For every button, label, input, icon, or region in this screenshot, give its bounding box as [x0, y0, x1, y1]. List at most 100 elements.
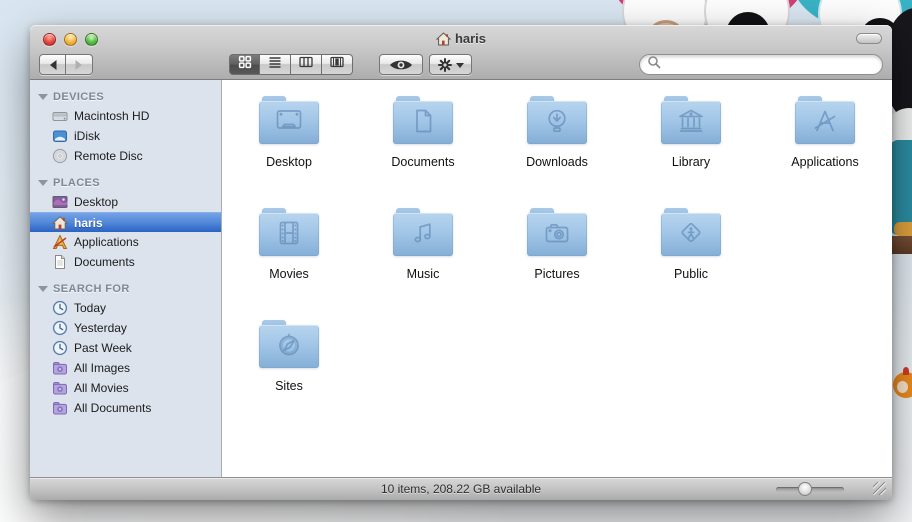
- toolbar: [30, 53, 892, 77]
- folder-library[interactable]: Library: [624, 96, 758, 208]
- desktop-picture-icon: [52, 194, 68, 210]
- action-button[interactable]: [429, 54, 472, 75]
- side-owl-feet: [894, 222, 912, 236]
- sidebar-item-label: iDisk: [74, 129, 100, 143]
- sidebar-item-haris[interactable]: haris: [30, 212, 221, 232]
- blue-folder-icon: [393, 208, 453, 256]
- clock-icon: [52, 320, 68, 336]
- smart-folder-icon: [52, 400, 68, 416]
- search-icon: [647, 55, 661, 74]
- navigation-buttons: [39, 54, 93, 75]
- folder-documents[interactable]: Documents: [356, 96, 490, 208]
- sidebar-item-documents[interactable]: Documents: [30, 252, 221, 272]
- status-text: 10 items, 208.22 GB available: [380, 482, 542, 496]
- slider-knob[interactable]: [798, 482, 812, 496]
- sidebar-item-label: Today: [74, 301, 107, 315]
- side-owl-body: [890, 140, 912, 235]
- blue-folder-icon: [527, 96, 587, 144]
- folder-pictures[interactable]: Pictures: [490, 208, 624, 320]
- back-button[interactable]: [39, 54, 66, 75]
- disclosure-triangle-icon[interactable]: [38, 180, 48, 186]
- sidebar-item-label: Remote Disc: [74, 149, 143, 163]
- folder-label: Applications: [791, 155, 859, 169]
- section-label: SEARCH FOR: [53, 283, 130, 295]
- folder-label: Library: [671, 155, 711, 169]
- sidebar-item-applications[interactable]: Applications: [30, 232, 221, 252]
- folder-downloads[interactable]: Downloads: [490, 96, 624, 208]
- icon-view-icon: [238, 55, 252, 74]
- coverflow-view-button[interactable]: [322, 54, 353, 75]
- sidebar-item-label: All Images: [74, 361, 131, 375]
- sidebar-section-places: PLACES Desktop haris Applications Documents: [30, 174, 221, 272]
- resize-grip[interactable]: [873, 482, 886, 495]
- sidebar-item-today[interactable]: Today: [30, 298, 221, 318]
- clock-icon: [52, 300, 68, 316]
- folder-music[interactable]: Music: [356, 208, 490, 320]
- window-content: DEVICES Macintosh HD iDisk Remote Disc PLACE…: [30, 80, 892, 477]
- quick-look-button[interactable]: [379, 54, 423, 75]
- folder-label: Music: [406, 267, 440, 281]
- search-field[interactable]: [639, 54, 883, 75]
- sidebar-item-label: Documents: [74, 255, 135, 269]
- toolbar-toggle-pill[interactable]: [856, 33, 882, 44]
- sidebar-item-label: Yesterday: [74, 321, 127, 335]
- orange-bird-wallpaper: [893, 367, 912, 398]
- blue-folder-icon: [259, 208, 319, 256]
- sidebar-item-label: All Documents: [74, 401, 152, 415]
- folder-label: Public: [673, 267, 709, 281]
- list-view-icon: [268, 55, 282, 74]
- sidebar-item-macintosh-hd[interactable]: Macintosh HD: [30, 106, 221, 126]
- sidebar-section-devices: DEVICES Macintosh HD iDisk Remote Disc: [30, 88, 221, 166]
- folder-row: Desktop Documents Downloads Library Applicat…: [222, 96, 892, 208]
- sidebar-item-idisk[interactable]: iDisk: [30, 126, 221, 146]
- sidebar-item-all-documents[interactable]: All Documents: [30, 398, 221, 418]
- blue-folder-icon: [661, 208, 721, 256]
- folder-public[interactable]: Public: [624, 208, 758, 320]
- view-mode-control: [229, 54, 353, 75]
- hard-drive-icon: [52, 108, 68, 124]
- column-view-button[interactable]: [291, 54, 322, 75]
- blue-folder-icon: [527, 208, 587, 256]
- sidebar-item-remote-disc[interactable]: Remote Disc: [30, 146, 221, 166]
- coverflow-view-icon: [330, 55, 344, 74]
- search-input[interactable]: [661, 57, 882, 72]
- remote-disc-icon: [52, 148, 68, 164]
- icon-size-slider[interactable]: [776, 482, 844, 496]
- finder-window: haris DEVICES Macintosh HD iDisk Remote Dis…: [30, 25, 892, 500]
- list-view-button[interactable]: [260, 54, 291, 75]
- folder-row: Sites: [222, 320, 892, 432]
- sidebar-item-all-movies[interactable]: All Movies: [30, 378, 221, 398]
- folder-label: Movies: [269, 267, 309, 281]
- sidebar-item-past-week[interactable]: Past Week: [30, 338, 221, 358]
- section-label: DEVICES: [53, 91, 105, 103]
- home-icon: [52, 215, 68, 231]
- icon-view-button[interactable]: [229, 54, 260, 75]
- folder-desktop[interactable]: Desktop: [222, 96, 356, 208]
- forward-button[interactable]: [66, 54, 93, 75]
- sidebar-item-desktop[interactable]: Desktop: [30, 192, 221, 212]
- column-view-icon: [299, 55, 313, 74]
- sidebar-item-label: Past Week: [74, 341, 132, 355]
- folder-label: Pictures: [534, 267, 580, 281]
- window-title-text: haris: [454, 31, 487, 46]
- sidebar-item-label: Desktop: [74, 195, 119, 209]
- folder-view: Desktop Documents Downloads Library Applicat…: [222, 80, 892, 477]
- sidebar-item-all-images[interactable]: All Images: [30, 358, 221, 378]
- folder-sites[interactable]: Sites: [222, 320, 356, 432]
- folder-movies[interactable]: Movies: [222, 208, 356, 320]
- smart-folder-icon: [52, 360, 68, 376]
- blue-folder-icon: [393, 96, 453, 144]
- applications-a-icon: [52, 234, 68, 250]
- sidebar-item-label: All Movies: [74, 381, 129, 395]
- folder-applications[interactable]: Applications: [758, 96, 892, 208]
- folder-label: Documents: [391, 155, 455, 169]
- sidebar-item-yesterday[interactable]: Yesterday: [30, 318, 221, 338]
- blue-folder-icon: [795, 96, 855, 144]
- document-icon: [52, 254, 68, 270]
- disclosure-triangle-icon[interactable]: [38, 286, 48, 292]
- sidebar-section-search-for: SEARCH FOR Today Yesterday Past Week All Ima…: [30, 280, 221, 418]
- folder-label: Downloads: [526, 155, 588, 169]
- window-chrome[interactable]: haris: [30, 25, 892, 80]
- disclosure-triangle-icon[interactable]: [38, 94, 48, 100]
- section-header: PLACES: [30, 174, 221, 192]
